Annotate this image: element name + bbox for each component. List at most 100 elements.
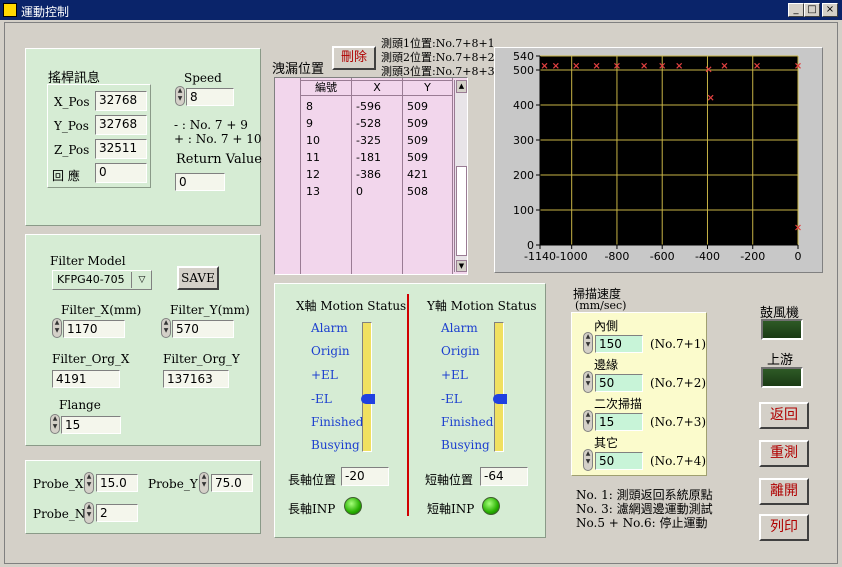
print-button[interactable]: 列印 <box>759 514 809 541</box>
scan-edge-stepper[interactable]: ▲ ▼ <box>583 371 593 393</box>
filter-x-input[interactable]: 1170 <box>63 320 125 338</box>
y-status-slider[interactable] <box>493 322 507 452</box>
x-slider-thumb[interactable] <box>361 394 375 404</box>
x-status-alarm: Alarm <box>311 321 348 335</box>
table-row[interactable]: 11 -181 509 <box>275 149 453 166</box>
table-header-y: Y <box>402 80 453 96</box>
delete-button[interactable]: 刪除 <box>332 46 376 70</box>
maximize-button[interactable]: □ <box>804 3 820 17</box>
speed-plus-hint: + : No. 7 + 10 <box>174 132 262 146</box>
x-status-minus-el: -EL <box>311 392 332 406</box>
minimize-button[interactable]: _ <box>788 3 804 17</box>
scan-edge-input[interactable]: 50 <box>595 374 643 392</box>
leave-button[interactable]: 離開 <box>759 478 809 505</box>
table-row[interactable]: 9 -528 509 <box>275 115 453 132</box>
table-row[interactable]: 10 -325 509 <box>275 132 453 149</box>
speed-input[interactable]: 8 <box>186 88 234 106</box>
filter-org-y-label: Filter_Org_Y <box>163 352 240 366</box>
table-row[interactable]: 8 -596 509 <box>275 98 453 115</box>
long-axis-inp-led <box>344 497 362 515</box>
return-button[interactable]: 返回 <box>759 402 809 429</box>
y-status-plus-el: +EL <box>441 368 468 382</box>
table-row[interactable]: 12 -386 421 <box>275 166 453 183</box>
short-axis-pos-label: 短軸位置 <box>425 473 474 487</box>
upstream-indicator <box>761 367 803 388</box>
x-status-plus-el: +EL <box>311 368 338 382</box>
leak-table[interactable]: 編號 X Y ▲ ▼ 8 -596 509 9 -528 509 10 -325 509 1… <box>274 77 468 275</box>
filter-model-value: KFPG40-705 <box>57 273 125 286</box>
z-pos-label: Z_Pos <box>54 143 90 157</box>
scan-other-note: (No.7+4) <box>650 454 707 468</box>
y-status-alarm: Alarm <box>441 321 478 335</box>
table-header-no: 編號 <box>300 80 352 96</box>
x-tick-label: -800 <box>604 250 629 263</box>
scan-other-input[interactable]: 50 <box>595 452 643 470</box>
filter-x-label: Filter_X(mm) <box>61 303 142 317</box>
scan-inner-input[interactable]: 150 <box>595 335 643 353</box>
speed-minus-hint: - : No. 7 + 9 <box>174 118 248 132</box>
plot-area <box>540 56 798 245</box>
short-axis-inp-label: 短軸INP <box>427 502 475 516</box>
y-status-minus-el: -EL <box>441 392 462 406</box>
flange-stepper[interactable]: ▲ ▼ <box>50 414 60 434</box>
probe-n-stepper[interactable]: ▲ ▼ <box>84 502 94 524</box>
table-row[interactable]: 13 0 508 <box>275 183 453 200</box>
probe-y-stepper[interactable]: ▲ ▼ <box>199 472 209 494</box>
scroll-thumb[interactable] <box>456 166 467 256</box>
scan-second-label: 二次掃描 <box>594 397 643 411</box>
y-tick-label: 100 <box>513 204 534 217</box>
speed-stepper[interactable]: ▲ ▼ <box>175 86 185 106</box>
leak-scatter-chart: -1140 -1000 -800 -600 -400 -200 00100200300400… <box>513 50 802 263</box>
y-motion-title: Y軸 Motion Status <box>427 299 537 313</box>
scroll-up-icon[interactable]: ▲ <box>456 80 467 93</box>
scan-second-stepper[interactable]: ▲ ▼ <box>583 410 593 432</box>
y-pos-value: 32768 <box>95 115 147 135</box>
filter-x-stepper[interactable]: ▲ ▼ <box>52 318 62 338</box>
probe-x-label: Probe_X <box>33 477 84 491</box>
table-header-x: X <box>351 80 403 96</box>
x-status-list: Alarm Origin +EL -EL Finished Busying <box>296 321 363 452</box>
x-tick-label: -400 <box>695 250 720 263</box>
x-tick-label: -200 <box>740 250 765 263</box>
filter-model-select[interactable]: KFPG40-705 ▽ <box>52 270 152 290</box>
retest-button[interactable]: 重測 <box>759 440 809 467</box>
y-tick-label: 540 <box>513 50 534 63</box>
return-value: 0 <box>175 173 225 191</box>
scan-second-input[interactable]: 15 <box>595 413 643 431</box>
y-tick-label: 500 <box>513 64 534 77</box>
filter-y-stepper[interactable]: ▲ ▼ <box>161 318 171 338</box>
x-tick-label: 0 <box>795 250 802 263</box>
x-status-finished: Finished <box>311 415 364 429</box>
chevron-down-icon: ▽ <box>131 272 152 288</box>
y-slider-thumb[interactable] <box>493 394 507 404</box>
filter-org-y-value: 137163 <box>163 370 229 388</box>
probe-x-input[interactable]: 15.0 <box>96 474 138 492</box>
x-pos-value: 32768 <box>95 91 147 111</box>
y-tick-label: 0 <box>527 239 534 252</box>
scan-edge-label: 邊緣 <box>594 358 619 372</box>
y-tick-label: 200 <box>513 169 534 182</box>
filter-org-x-value: 4191 <box>52 370 120 388</box>
filter-org-x-label: Filter_Org_X <box>52 352 130 366</box>
short-axis-pos-value: -64 <box>480 467 528 486</box>
save-button[interactable]: SAVE <box>177 266 219 290</box>
scan-inner-stepper[interactable]: ▲ ▼ <box>583 332 593 354</box>
scroll-down-icon[interactable]: ▼ <box>456 260 467 272</box>
close-button[interactable]: × <box>822 3 838 17</box>
y-status-busying: Busying <box>441 438 490 452</box>
divider <box>407 294 409 516</box>
table-scrollbar[interactable]: ▲ ▼ <box>454 80 467 272</box>
x-motion-title: X軸 Motion Status <box>296 299 407 313</box>
filter-y-input[interactable]: 570 <box>172 320 234 338</box>
probe-x-stepper[interactable]: ▲ ▼ <box>84 472 94 494</box>
y-tick-label: 400 <box>513 99 534 112</box>
scan-other-stepper[interactable]: ▲ ▼ <box>583 449 593 471</box>
y-status-list: Alarm Origin +EL -EL Finished Busying <box>427 321 493 452</box>
x-status-slider[interactable] <box>361 322 375 452</box>
scan-inner-note: (No.7+1) <box>650 337 707 351</box>
upstream-label: 上游 <box>767 353 794 368</box>
flange-input[interactable]: 15 <box>61 416 121 434</box>
probe-y-input[interactable]: 75.0 <box>211 474 253 492</box>
short-axis-inp-led <box>482 497 500 515</box>
probe-n-input[interactable]: 2 <box>96 504 138 522</box>
